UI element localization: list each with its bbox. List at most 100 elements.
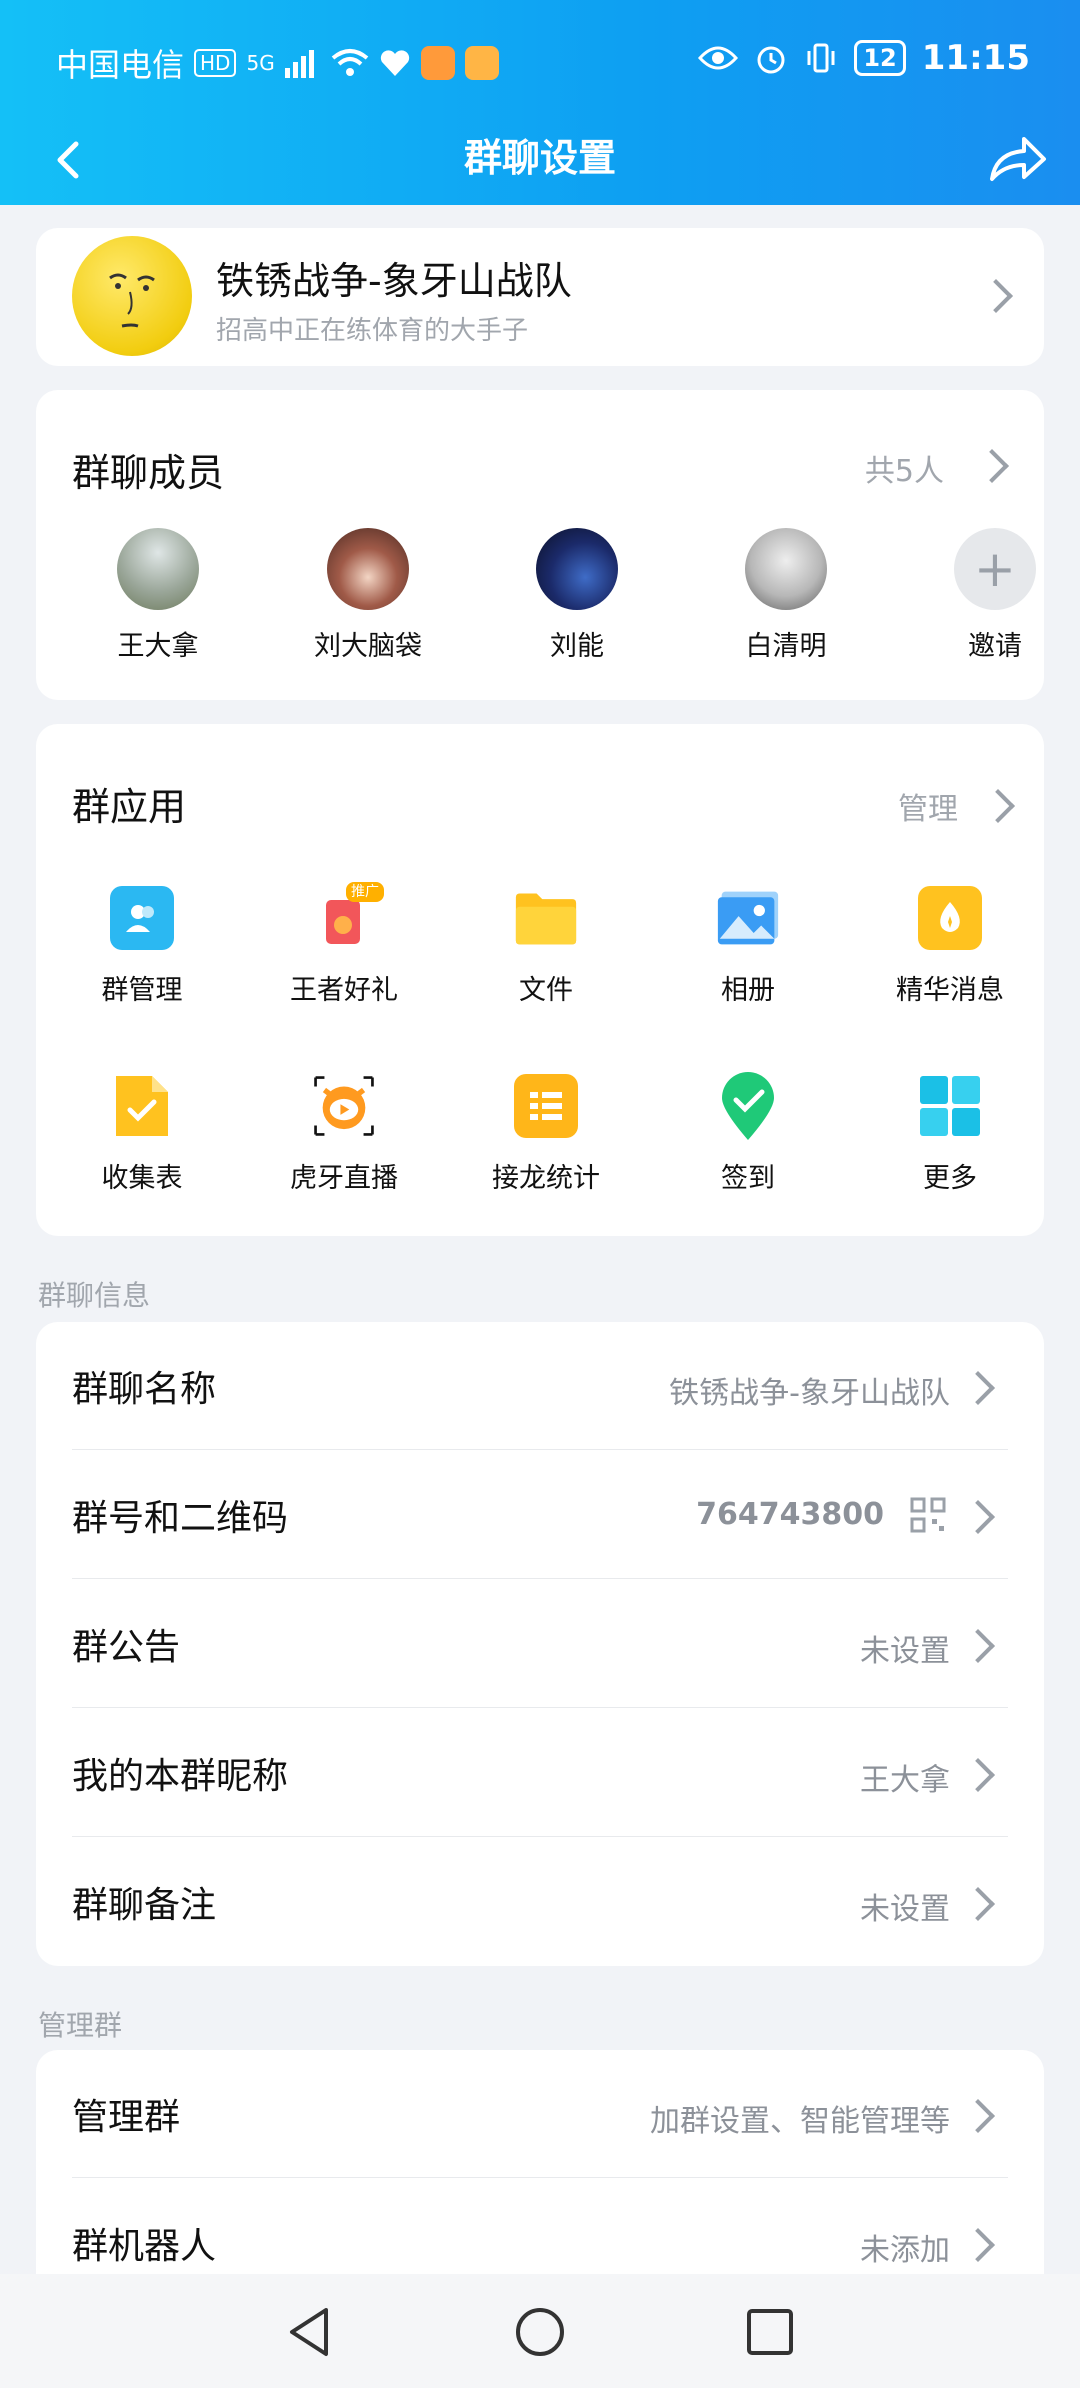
app-label: 群管理 (101, 975, 183, 1006)
member-name: 王大拿 (117, 631, 199, 662)
row-label: 群聊名称 (72, 1369, 217, 1410)
invite-member-button[interactable]: + 邀请 (925, 528, 1065, 663)
app-essence[interactable]: 精华消息 (870, 886, 1030, 1007)
member-item[interactable]: 刘能 (507, 528, 647, 663)
app-label: 签到 (721, 1163, 775, 1194)
relay-icon (514, 1074, 578, 1138)
header-bar: 中国电信 HD 5G 12 11:15 群聊设置 (0, 0, 1080, 205)
app-label: 文件 (519, 975, 573, 1006)
form-icon (110, 1074, 174, 1138)
chevron-right-icon (961, 1500, 995, 1534)
row-label: 群号和二维码 (72, 1498, 289, 1539)
row-value: 未添加 (860, 2233, 950, 2268)
member-item[interactable]: 白清明 (716, 528, 856, 663)
chevron-right-icon (961, 2228, 995, 2262)
alarm-icon (757, 46, 785, 74)
section-label-manage: 管理群 (38, 2009, 123, 2042)
nav-back-icon[interactable] (280, 2302, 340, 2362)
plus-icon: + (954, 528, 1036, 610)
group-description: 招高中正在练体育的大手子 (216, 316, 529, 346)
app-notification-icon-2 (464, 46, 499, 80)
apps-title: 群应用 (72, 785, 187, 829)
app-group-manage[interactable]: 群管理 (62, 886, 222, 1007)
nav-home-icon[interactable] (510, 2302, 570, 2362)
divider (72, 1707, 1008, 1708)
row-label: 管理群 (72, 2097, 181, 2138)
row-label: 群机器人 (72, 2226, 217, 2267)
hd-badge: HD (194, 49, 237, 77)
invite-label: 邀请 (968, 631, 1022, 662)
row-my-nickname[interactable]: 我的本群昵称 王大拿 (36, 1709, 1044, 1837)
app-form[interactable]: 收集表 (62, 1074, 222, 1195)
wifi-icon (331, 49, 368, 76)
member-name: 刘大脑袋 (314, 631, 422, 662)
divider (72, 1449, 1008, 1450)
member-item[interactable]: 王大拿 (88, 528, 228, 663)
app-honor-gift[interactable]: 推广 王者好礼 (264, 882, 424, 1007)
eye-icon (698, 46, 739, 70)
members-card: 群聊成员 共5人 王大拿 刘大脑袋 刘能 白清明 + 邀请 (36, 390, 1044, 700)
row-label: 群聊备注 (72, 1885, 217, 1926)
gift-icon: 推广 (312, 882, 384, 950)
members-count[interactable]: 共5人 (865, 446, 944, 490)
row-announcement[interactable]: 群公告 未设置 (36, 1580, 1044, 1708)
apps-manage-link[interactable]: 管理 (898, 784, 958, 828)
app-relay-stats[interactable]: 接龙统计 (466, 1074, 626, 1195)
signal-icon (284, 50, 314, 78)
group-manage-icon (110, 886, 174, 950)
group-profile-card[interactable]: 铁锈战争-象牙山战队 招高中正在练体育的大手子 (36, 228, 1044, 366)
chevron-right-icon (961, 1887, 995, 1921)
member-name: 刘能 (550, 631, 604, 662)
huya-icon (312, 1074, 376, 1138)
chevron-right-icon[interactable] (981, 789, 1015, 823)
row-manage-group[interactable]: 管理群 加群设置、智能管理等 (36, 2050, 1044, 2178)
network-label: 5G (246, 51, 275, 75)
app-more[interactable]: 更多 (870, 1074, 1030, 1195)
group-name: 铁锈战争-象牙山战队 (216, 259, 572, 303)
checkin-icon (716, 1072, 780, 1140)
row-group-name[interactable]: 群聊名称 铁锈战争-象牙山战队 (36, 1322, 1044, 1450)
row-value: 铁锈战争-象牙山战队 (669, 1376, 950, 1411)
row-value: 加群设置、智能管理等 (650, 2104, 950, 2139)
status-right: 12 11:15 (698, 38, 1030, 78)
album-icon (716, 886, 780, 950)
more-grid-icon (918, 1074, 982, 1138)
promo-badge: 推广 (346, 882, 384, 902)
row-group-number-qr[interactable]: 群号和二维码 764743800 (36, 1451, 1044, 1579)
share-icon[interactable] (982, 125, 1052, 195)
row-value: 未设置 (860, 1634, 950, 1669)
app-notification-icon (420, 46, 455, 80)
member-item[interactable]: 刘大脑袋 (298, 528, 438, 663)
member-avatar (536, 528, 618, 610)
app-huya-live[interactable]: 虎牙直播 (264, 1074, 424, 1195)
qr-code-icon (910, 1497, 946, 1533)
battery-indicator: 12 (854, 40, 906, 76)
row-group-remark[interactable]: 群聊备注 未设置 (36, 1838, 1044, 1966)
row-label: 我的本群昵称 (72, 1756, 289, 1797)
group-apps-card: 群应用 管理 群管理 推广 王者好礼 文件 相册 精华消息 收集表 虎牙直播 接… (36, 724, 1044, 1236)
chevron-right-icon (961, 2099, 995, 2133)
row-value: 764743800 (696, 1497, 884, 1532)
app-album[interactable]: 相册 (668, 886, 828, 1007)
row-label: 群公告 (72, 1627, 181, 1668)
row-value: 未设置 (860, 1892, 950, 1927)
app-label: 收集表 (101, 1163, 183, 1194)
status-left: 中国电信 HD 5G (56, 40, 499, 86)
system-navigation-bar (0, 2274, 1080, 2388)
app-label: 精华消息 (896, 975, 1004, 1006)
chevron-right-icon[interactable] (975, 449, 1009, 483)
app-label: 相册 (721, 975, 775, 1006)
nav-recents-icon[interactable] (740, 2302, 800, 2362)
clock: 11:15 (921, 38, 1030, 78)
app-files[interactable]: 文件 (466, 886, 626, 1007)
status-bar: 中国电信 HD 5G 12 11:15 (0, 0, 1080, 120)
app-checkin[interactable]: 签到 (668, 1072, 828, 1195)
members-title: 群聊成员 (72, 451, 225, 495)
member-avatar (327, 528, 409, 610)
group-info-card: 群聊名称 铁锈战争-象牙山战队 群号和二维码 764743800 群公告 未设置… (36, 1322, 1044, 1966)
member-avatar (745, 528, 827, 610)
vibrate-icon (807, 43, 835, 73)
chevron-right-icon (961, 1758, 995, 1792)
member-avatar (117, 528, 199, 610)
chevron-right-icon (961, 1629, 995, 1663)
